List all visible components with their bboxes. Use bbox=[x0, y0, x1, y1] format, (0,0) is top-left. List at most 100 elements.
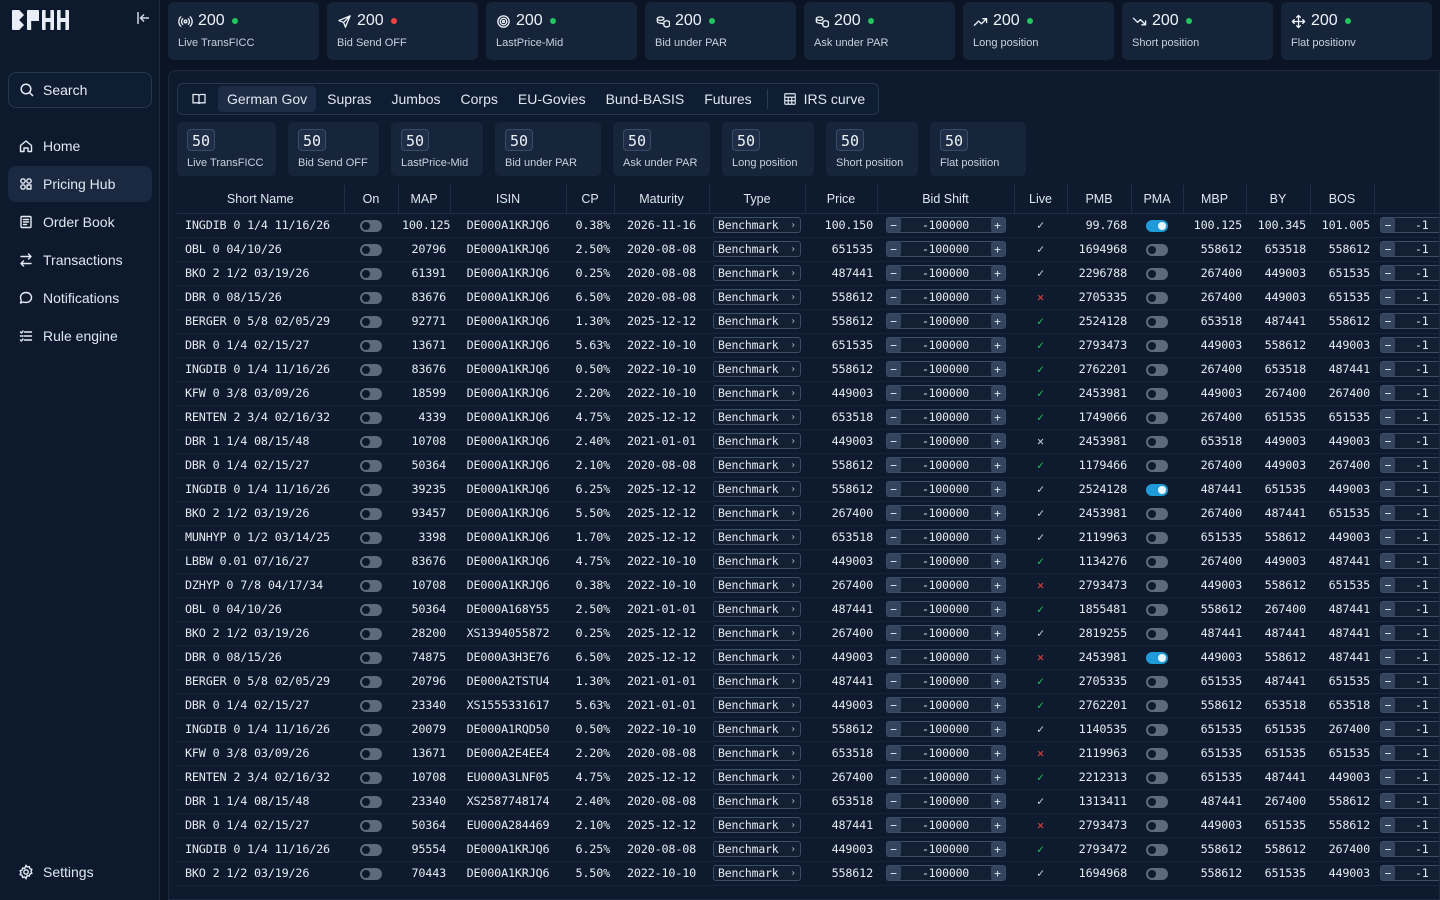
n-stepper[interactable]: − -1 bbox=[1380, 841, 1439, 857]
pma-toggle[interactable] bbox=[1146, 339, 1168, 352]
filter-chip[interactable]: 50 Flat position bbox=[930, 122, 1026, 176]
on-toggle[interactable] bbox=[360, 867, 382, 880]
table-row[interactable]: OBL 0 04/10/26 50364 DE000A168Y55 2.50% 2021… bbox=[177, 597, 1439, 622]
column-header[interactable]: Type bbox=[709, 185, 806, 214]
table-row[interactable]: INGDIB 0 1/4 11/16/26 100.125 DE000A1KRJQ6… bbox=[177, 213, 1439, 238]
minus-icon[interactable]: − bbox=[1381, 794, 1395, 808]
bid-shift-stepper[interactable]: − -100000 + bbox=[885, 697, 1006, 713]
bid-shift-stepper[interactable]: − -100000 + bbox=[885, 361, 1006, 377]
filter-chip[interactable]: 50 Bid under PAR bbox=[495, 122, 601, 176]
table-row[interactable]: BKO 2 1/2 03/19/26 28200 XS1394055872 0.25%… bbox=[177, 621, 1439, 646]
n-stepper[interactable]: − -1 bbox=[1380, 217, 1439, 233]
minus-icon[interactable]: − bbox=[1381, 866, 1395, 880]
bid-shift-stepper[interactable]: − -100000 + bbox=[885, 721, 1006, 737]
pma-toggle[interactable] bbox=[1146, 819, 1168, 832]
table-row[interactable]: DBR 1 1/4 08/15/48 23340 XS2587748174 2.40%… bbox=[177, 789, 1439, 814]
table-row[interactable]: BKO 2 1/2 03/19/26 61391 DE000A1KRJQ6 0.25%… bbox=[177, 261, 1439, 286]
pma-toggle[interactable] bbox=[1146, 627, 1168, 640]
minus-icon[interactable]: − bbox=[886, 698, 901, 712]
minus-icon[interactable]: − bbox=[1381, 578, 1395, 592]
n-stepper[interactable]: − -1 bbox=[1380, 649, 1439, 665]
pma-toggle[interactable] bbox=[1146, 531, 1168, 544]
collapse-sidebar-icon[interactable] bbox=[136, 10, 152, 26]
on-toggle[interactable] bbox=[360, 267, 382, 280]
status-card[interactable]: 200 Short position bbox=[1122, 2, 1273, 60]
sidebar-item-transactions[interactable]: Transactions bbox=[8, 242, 152, 278]
n-stepper[interactable]: − -1 bbox=[1380, 265, 1439, 281]
n-stepper[interactable]: − -1 bbox=[1380, 457, 1439, 473]
n-stepper[interactable]: − -1 bbox=[1380, 577, 1439, 593]
type-select[interactable]: Benchmark › bbox=[713, 481, 801, 497]
pma-toggle[interactable] bbox=[1146, 291, 1168, 304]
table-row[interactable]: DBR 0 08/15/26 83676 DE000A1KRJQ6 6.50% 2020… bbox=[177, 285, 1439, 310]
bid-shift-stepper[interactable]: − -100000 + bbox=[885, 865, 1006, 881]
on-toggle[interactable] bbox=[360, 675, 382, 688]
filter-chip[interactable]: 50 Long position bbox=[722, 122, 814, 176]
column-header[interactable]: BOS bbox=[1310, 185, 1375, 214]
minus-icon[interactable]: − bbox=[886, 506, 901, 520]
n-stepper[interactable]: − -1 bbox=[1380, 385, 1439, 401]
bid-shift-stepper[interactable]: − -100000 + bbox=[885, 241, 1006, 257]
sidebar-item-pricing-hub[interactable]: Pricing Hub bbox=[8, 166, 152, 202]
plus-icon[interactable]: + bbox=[990, 506, 1005, 520]
n-stepper[interactable]: − -1 bbox=[1380, 481, 1439, 497]
minus-icon[interactable]: − bbox=[1381, 338, 1395, 352]
plus-icon[interactable]: + bbox=[990, 818, 1005, 832]
type-select[interactable]: Benchmark › bbox=[713, 769, 801, 785]
minus-icon[interactable]: − bbox=[1381, 314, 1395, 328]
on-toggle[interactable] bbox=[360, 219, 382, 232]
minus-icon[interactable]: − bbox=[1381, 842, 1395, 856]
minus-icon[interactable]: − bbox=[886, 554, 901, 568]
on-toggle[interactable] bbox=[360, 243, 382, 256]
pma-toggle[interactable] bbox=[1146, 699, 1168, 712]
type-select[interactable]: Benchmark › bbox=[713, 577, 801, 593]
table-row[interactable]: RENTEN 2 3/4 02/16/32 4339 DE000A1KRJQ6 4.7… bbox=[177, 405, 1439, 430]
bid-shift-stepper[interactable]: − -100000 + bbox=[885, 553, 1006, 569]
minus-icon[interactable]: − bbox=[1381, 506, 1395, 520]
filter-chip[interactable]: 50 Ask under PAR bbox=[613, 122, 710, 176]
table-row[interactable]: DZHYP 0 7/8 04/17/34 10708 DE000A1KRJQ6 0.3… bbox=[177, 573, 1439, 598]
minus-icon[interactable]: − bbox=[886, 746, 901, 760]
type-select[interactable]: Benchmark › bbox=[713, 673, 801, 689]
table-row[interactable]: BKO 2 1/2 03/19/26 93457 DE000A1KRJQ6 5.50%… bbox=[177, 501, 1439, 526]
n-stepper[interactable]: − -1 bbox=[1380, 313, 1439, 329]
table-row[interactable]: BERGER 0 5/8 02/05/29 20796 DE000A2TSTU4 1.… bbox=[177, 669, 1439, 694]
minus-icon[interactable]: − bbox=[886, 314, 901, 328]
plus-icon[interactable]: + bbox=[990, 794, 1005, 808]
bid-shift-stepper[interactable]: − -100000 + bbox=[885, 673, 1006, 689]
on-toggle[interactable] bbox=[360, 771, 382, 784]
table-row[interactable]: INGDIB 0 1/4 11/16/26 83676 DE000A1KRJQ6 0.… bbox=[177, 357, 1439, 382]
status-card[interactable]: 200 Bid under PAR bbox=[645, 2, 796, 60]
type-select[interactable]: Benchmark › bbox=[713, 553, 801, 569]
pma-toggle[interactable] bbox=[1146, 411, 1168, 424]
bid-shift-stepper[interactable]: − -100000 + bbox=[885, 313, 1006, 329]
pma-toggle[interactable] bbox=[1146, 243, 1168, 256]
column-header[interactable]: On bbox=[344, 185, 399, 214]
pma-toggle[interactable] bbox=[1146, 315, 1168, 328]
bid-shift-stepper[interactable]: − -100000 + bbox=[885, 457, 1006, 473]
table-row[interactable]: DBR 0 1/4 02/15/27 50364 EU000A284469 2.10%… bbox=[177, 813, 1439, 838]
type-select[interactable]: Benchmark › bbox=[713, 793, 801, 809]
bid-shift-stepper[interactable]: − -100000 + bbox=[885, 505, 1006, 521]
table-row[interactable]: OBL 0 04/10/26 20796 DE000A1KRJQ6 2.50% 2020… bbox=[177, 237, 1439, 262]
n-stepper[interactable]: − -1 bbox=[1380, 553, 1439, 569]
table-row[interactable]: DBR 0 1/4 02/15/27 23340 XS1555331617 5.63%… bbox=[177, 693, 1439, 718]
filter-chip[interactable]: 50 LastPrice-Mid bbox=[391, 122, 483, 176]
type-select[interactable]: Benchmark › bbox=[713, 385, 801, 401]
minus-icon[interactable]: − bbox=[1381, 458, 1395, 472]
type-select[interactable]: Benchmark › bbox=[713, 433, 801, 449]
minus-icon[interactable]: − bbox=[1381, 386, 1395, 400]
type-select[interactable]: Benchmark › bbox=[713, 625, 801, 641]
pma-toggle[interactable] bbox=[1146, 747, 1168, 760]
column-header[interactable]: MBP bbox=[1183, 185, 1247, 214]
minus-icon[interactable]: − bbox=[886, 770, 901, 784]
on-toggle[interactable] bbox=[360, 387, 382, 400]
on-toggle[interactable] bbox=[360, 843, 382, 856]
type-select[interactable]: Benchmark › bbox=[713, 265, 801, 281]
type-select[interactable]: Benchmark › bbox=[713, 817, 801, 833]
bid-shift-stepper[interactable]: − -100000 + bbox=[885, 529, 1006, 545]
minus-icon[interactable]: − bbox=[886, 218, 901, 232]
n-stepper[interactable]: − -1 bbox=[1380, 289, 1439, 305]
type-select[interactable]: Benchmark › bbox=[713, 409, 801, 425]
plus-icon[interactable]: + bbox=[990, 410, 1005, 424]
